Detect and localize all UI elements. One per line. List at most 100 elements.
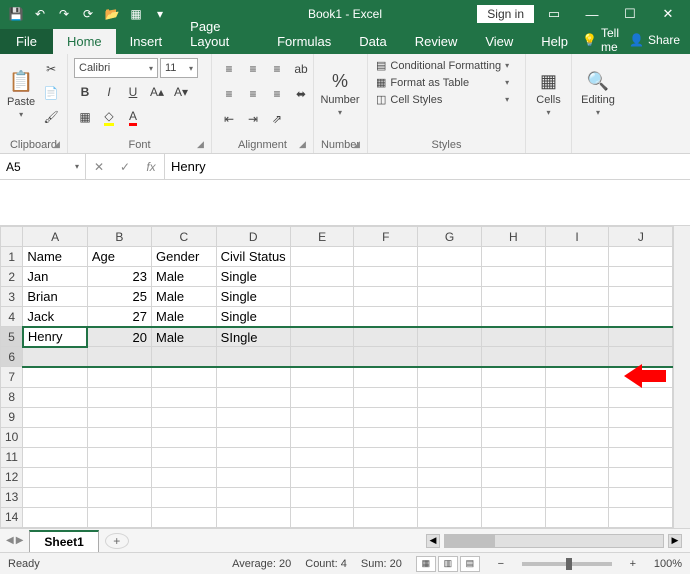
cell-E7[interactable] xyxy=(290,367,354,387)
cell-G10[interactable] xyxy=(418,427,482,447)
cell-E3[interactable] xyxy=(290,287,354,307)
cell-G9[interactable] xyxy=(418,407,482,427)
editing-button[interactable]: 🔍 Editing ▾ xyxy=(578,58,618,130)
cell-D12[interactable] xyxy=(216,467,290,487)
tab-page-layout[interactable]: Page Layout xyxy=(176,14,263,54)
cell-F5[interactable] xyxy=(354,327,418,347)
cell-F1[interactable] xyxy=(354,247,418,267)
minimize-button[interactable]: — xyxy=(574,0,610,28)
cell-A14[interactable] xyxy=(23,507,87,527)
italic-button[interactable]: I xyxy=(98,81,120,103)
cell-E2[interactable] xyxy=(290,267,354,287)
cell-J5[interactable] xyxy=(609,327,673,347)
decrease-font-button[interactable]: A▾ xyxy=(170,81,192,103)
cell-E5[interactable] xyxy=(290,327,354,347)
cell-C3[interactable]: Male xyxy=(151,287,216,307)
font-name-combo[interactable]: Calibri▾ xyxy=(74,58,158,78)
tell-me-search[interactable]: 💡Tell me xyxy=(582,26,619,54)
paste-button[interactable]: 📋 Paste ▾ xyxy=(6,58,36,130)
cell-E14[interactable] xyxy=(290,507,354,527)
cell-G4[interactable] xyxy=(418,307,482,327)
cell-J2[interactable] xyxy=(609,267,673,287)
save-icon[interactable]: 💾 xyxy=(6,4,26,24)
cell-C13[interactable] xyxy=(151,487,216,507)
cell-E12[interactable] xyxy=(290,467,354,487)
new-sheet-button[interactable]: + xyxy=(105,533,129,549)
cell-G3[interactable] xyxy=(418,287,482,307)
cell-C9[interactable] xyxy=(151,407,216,427)
cell-G13[interactable] xyxy=(418,487,482,507)
cell-D9[interactable] xyxy=(216,407,290,427)
cell-G14[interactable] xyxy=(418,507,482,527)
cell-F14[interactable] xyxy=(354,507,418,527)
align-left-button[interactable]: ≡ xyxy=(218,83,240,105)
cell-G11[interactable] xyxy=(418,447,482,467)
tab-view[interactable]: View xyxy=(471,29,527,54)
cell-J4[interactable] xyxy=(609,307,673,327)
row-header-14[interactable]: 14 xyxy=(1,507,23,527)
increase-indent-button[interactable]: ⇥ xyxy=(242,108,264,130)
cell-J14[interactable] xyxy=(609,507,673,527)
cell-A12[interactable] xyxy=(23,467,87,487)
cell-G7[interactable] xyxy=(418,367,482,387)
cell-F4[interactable] xyxy=(354,307,418,327)
col-header-B[interactable]: B xyxy=(87,227,151,247)
zoom-level[interactable]: 100% xyxy=(654,558,682,570)
col-header-A[interactable]: A xyxy=(23,227,87,247)
sheet-tab-sheet1[interactable]: Sheet1 xyxy=(29,530,98,552)
row-header-6[interactable]: 6 xyxy=(1,347,23,367)
align-middle-button[interactable]: ≡ xyxy=(242,58,264,80)
cell-D8[interactable] xyxy=(216,387,290,407)
cell-D10[interactable] xyxy=(216,427,290,447)
sheet-prev-icon[interactable]: ◀ xyxy=(6,535,14,546)
cell-H4[interactable] xyxy=(482,307,546,327)
cell-H12[interactable] xyxy=(482,467,546,487)
cell-A13[interactable] xyxy=(23,487,87,507)
number-launcher-icon[interactable]: ◢ xyxy=(353,139,365,151)
close-button[interactable]: ✕ xyxy=(650,0,686,28)
row-header-5[interactable]: 5 xyxy=(1,327,23,347)
cell-D5[interactable]: SIngle xyxy=(216,327,290,347)
cells-button[interactable]: ▦ Cells ▾ xyxy=(532,58,565,130)
cell-G8[interactable] xyxy=(418,387,482,407)
qat-customize-icon[interactable]: ▾ xyxy=(150,4,170,24)
name-box[interactable]: A5▾ xyxy=(0,154,86,179)
row-header-4[interactable]: 4 xyxy=(1,307,23,327)
formula-bar-input[interactable]: Henry xyxy=(165,154,690,179)
cut-button[interactable]: ✂ xyxy=(40,58,62,80)
align-right-button[interactable]: ≡ xyxy=(266,83,288,105)
ribbon-display-icon[interactable]: ▭ xyxy=(536,0,572,28)
zoom-in-button[interactable]: + xyxy=(626,558,640,570)
cell-F12[interactable] xyxy=(354,467,418,487)
cell-I11[interactable] xyxy=(545,447,609,467)
cell-A10[interactable] xyxy=(23,427,87,447)
enter-formula-button[interactable]: ✓ xyxy=(112,154,138,179)
cell-J3[interactable] xyxy=(609,287,673,307)
cell-H11[interactable] xyxy=(482,447,546,467)
col-header-G[interactable]: G xyxy=(418,227,482,247)
cell-E4[interactable] xyxy=(290,307,354,327)
cell-H14[interactable] xyxy=(482,507,546,527)
cell-E9[interactable] xyxy=(290,407,354,427)
cell-E10[interactable] xyxy=(290,427,354,447)
cell-D3[interactable]: Single xyxy=(216,287,290,307)
cell-J13[interactable] xyxy=(609,487,673,507)
col-header-C[interactable]: C xyxy=(151,227,216,247)
cell-I4[interactable] xyxy=(545,307,609,327)
cell-C1[interactable]: Gender xyxy=(151,247,216,267)
cell-B13[interactable] xyxy=(87,487,151,507)
tab-formulas[interactable]: Formulas xyxy=(263,29,345,54)
cell-D1[interactable]: Civil Status xyxy=(216,247,290,267)
format-as-table-button[interactable]: ▦Format as Table▾ xyxy=(374,75,511,90)
cell-I13[interactable] xyxy=(545,487,609,507)
cell-C14[interactable] xyxy=(151,507,216,527)
cell-C10[interactable] xyxy=(151,427,216,447)
insert-function-button[interactable]: fx xyxy=(138,154,164,179)
cell-H3[interactable] xyxy=(482,287,546,307)
cell-H13[interactable] xyxy=(482,487,546,507)
cell-B3[interactable]: 25 xyxy=(87,287,151,307)
horizontal-scrollbar[interactable] xyxy=(444,534,664,548)
wrap-text-button[interactable]: ab xyxy=(290,58,312,80)
font-color-button[interactable]: A xyxy=(122,106,144,128)
cell-F13[interactable] xyxy=(354,487,418,507)
